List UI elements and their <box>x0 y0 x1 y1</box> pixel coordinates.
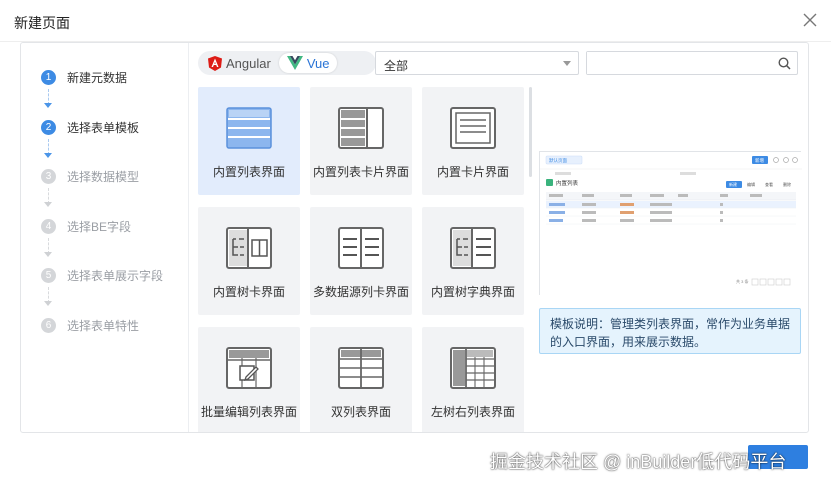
template-grid: 内置列表界面 内置列表卡片界面 内置卡片界面 内置树卡界面 多数据源列卡界面 内… <box>198 87 528 432</box>
step-number: 1 <box>41 69 56 85</box>
template-card[interactable]: 内置树卡界面 <box>198 207 300 315</box>
batch-edit-layout-icon <box>226 347 272 389</box>
template-card[interactable]: 内置卡片界面 <box>422 87 524 195</box>
template-label: 内置树字典界面 <box>430 285 515 299</box>
preview-title: 内置列表 <box>556 179 579 187</box>
wizard-steps: 1 新建元数据 2 选择表单模板 3 选择数据模型 4 选择BE字段 5 选择表… <box>21 43 189 432</box>
chevron-down-icon <box>563 61 571 66</box>
grid-scrollbar[interactable] <box>529 87 532 177</box>
list-card-layout-icon <box>338 107 384 149</box>
template-description: 模板说明：管理类列表界面，常作为业务单据的入口界面，用来展示数据。 <box>539 308 801 354</box>
preview-tab: 默认页面 <box>549 157 567 164</box>
tree-list-layout-icon <box>450 347 496 389</box>
step-arrow-icon <box>44 301 52 306</box>
tree-card-layout-icon <box>226 227 272 269</box>
preview-button-edit: 编辑 <box>747 181 755 187</box>
template-label: 内置树卡界面 <box>212 285 285 299</box>
preview-button-new: 新建 <box>729 181 737 187</box>
step-label: 新建元数据 <box>67 70 128 85</box>
template-label: 批量编辑列表界面 <box>200 405 297 419</box>
category-select-value: 全部 <box>384 59 409 73</box>
preview-button-view: 查看 <box>765 181 773 187</box>
step-label: 选择表单特性 <box>67 318 140 333</box>
template-card[interactable]: 双列表界面 <box>310 327 412 432</box>
template-card[interactable]: 批量编辑列表界面 <box>198 327 300 432</box>
card-layout-icon <box>450 107 496 149</box>
step-2: 2 选择表单模板 <box>41 117 139 137</box>
tree-dict-layout-icon <box>450 227 496 269</box>
template-preview: 默认页面 新增 内置列表 新建 编辑 查看 删除 共 3 条 <box>539 151 802 296</box>
step-number: 4 <box>41 218 56 234</box>
template-label: 多数据源列卡界面 <box>312 285 409 299</box>
step-number: 6 <box>41 317 56 333</box>
step-label: 选择数据模型 <box>67 169 140 184</box>
template-card[interactable]: 内置列表卡片界面 <box>310 87 412 195</box>
search-box <box>586 51 798 75</box>
template-label: 内置卡片界面 <box>436 165 509 179</box>
vue-label: Vue <box>306 55 330 71</box>
template-card[interactable]: 内置列表界面 <box>198 87 300 195</box>
dialog-title: 新建页面 <box>14 15 70 31</box>
angular-icon <box>208 55 222 71</box>
step-5: 5 选择表单展示字段 <box>41 265 163 285</box>
template-label: 左树右列表界面 <box>430 405 515 419</box>
step-1: 1 新建元数据 <box>41 67 127 87</box>
preview-thumbnail: 默认页面 新增 内置列表 新建 编辑 查看 删除 共 3 条 <box>540 152 802 296</box>
step-arrow-icon <box>44 153 52 158</box>
search-input[interactable] <box>587 52 767 74</box>
vue-icon <box>286 56 303 70</box>
template-label: 内置列表卡片界面 <box>312 165 409 179</box>
framework-toggle: Angular Vue <box>198 51 376 75</box>
dialog-header: 新建页面 <box>0 0 831 42</box>
new-page-dialog: 新建页面 1 新建元数据 2 选择表单模板 3 选择数据模型 4 选择BE字段 … <box>0 0 831 485</box>
step-3: 3 选择数据模型 <box>41 166 139 186</box>
vue-tab[interactable]: Vue <box>278 53 338 73</box>
step-number: 2 <box>41 119 56 135</box>
step-arrow-icon <box>44 202 52 207</box>
step-label: 选择表单展示字段 <box>67 268 164 283</box>
angular-label: Angular <box>226 55 271 71</box>
angular-tab[interactable]: Angular <box>200 53 279 73</box>
template-label: 双列表界面 <box>330 405 391 419</box>
multi-source-layout-icon <box>338 227 384 269</box>
watermark-text: 掘金技术社区 @ inBuilder低代码平台 <box>490 452 787 472</box>
step-6: 6 选择表单特性 <box>41 315 139 335</box>
step-4: 4 选择BE字段 <box>41 216 131 236</box>
close-icon[interactable] <box>801 11 819 29</box>
template-card[interactable]: 左树右列表界面 <box>422 327 524 432</box>
dual-list-layout-icon <box>338 347 384 389</box>
list-layout-icon <box>226 107 272 149</box>
wizard-panel: 1 新建元数据 2 选择表单模板 3 选择数据模型 4 选择BE字段 5 选择表… <box>20 42 809 433</box>
category-select[interactable]: 全部 <box>375 51 579 75</box>
template-label: 内置列表界面 <box>212 165 285 179</box>
step-arrow-icon <box>44 103 52 108</box>
step-label: 选择BE字段 <box>67 219 132 234</box>
step-number: 5 <box>41 267 56 283</box>
step-arrow-icon <box>44 252 52 257</box>
step-label: 选择表单模板 <box>67 120 140 135</box>
template-card[interactable]: 内置树字典界面 <box>422 207 524 315</box>
template-card[interactable]: 多数据源列卡界面 <box>310 207 412 315</box>
search-icon[interactable] <box>778 57 791 70</box>
step-number: 3 <box>41 168 56 184</box>
preview-page-info: 共 3 条 <box>736 278 748 284</box>
preview-primary-button: 新增 <box>755 157 764 164</box>
preview-button-delete: 删除 <box>783 181 791 187</box>
